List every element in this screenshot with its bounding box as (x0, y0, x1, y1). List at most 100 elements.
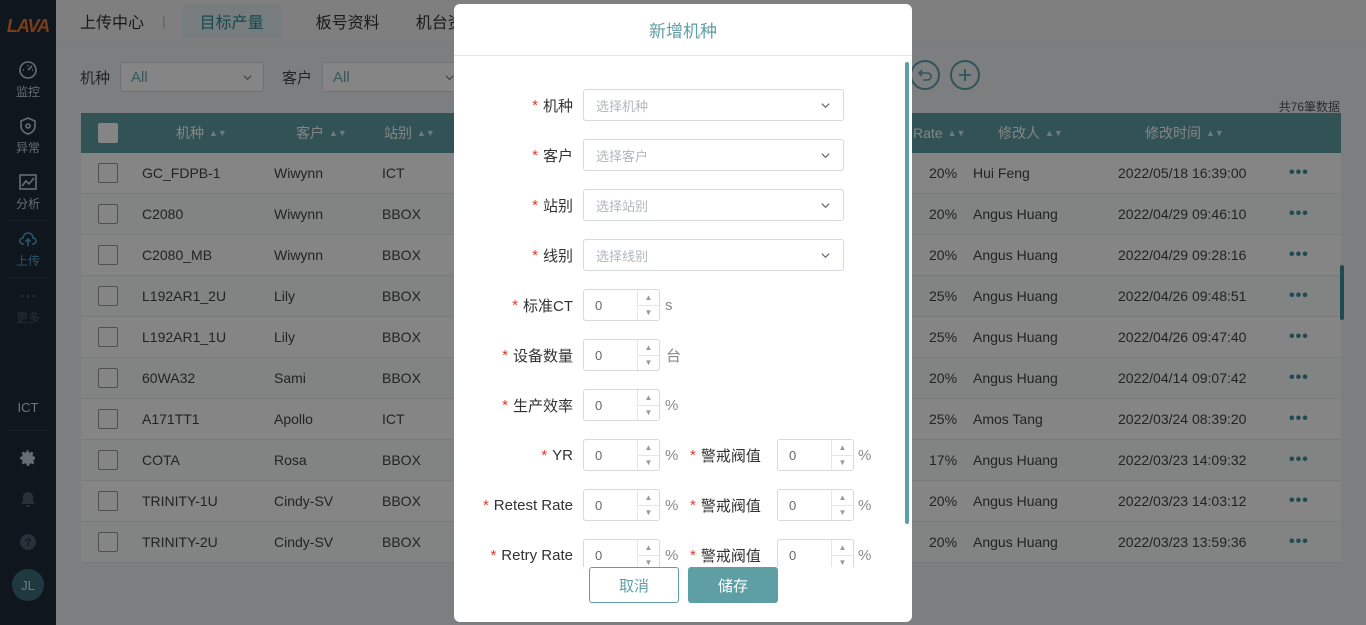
model-placeholder: 选择机种 (596, 98, 649, 114)
retest-warn-label: 警戒阀值 (700, 497, 761, 515)
increment-arrow-icon[interactable]: ▲ (832, 540, 853, 556)
line-placeholder: 选择线别 (596, 248, 649, 264)
station-label: 站别 (542, 197, 573, 215)
form-row-equipment-qty: * 设备数量 0 ▲ ▼ 台 (454, 338, 912, 372)
required-mark: * (690, 496, 696, 514)
increment-arrow-icon[interactable]: ▲ (832, 490, 853, 506)
ct-label: 标准CT (523, 297, 573, 315)
retest-value: 0 (595, 497, 603, 513)
yr-warn-stepper[interactable]: 0 ▲ ▼ (777, 439, 854, 471)
station-placeholder: 选择站别 (596, 198, 649, 214)
form-row-line: * 线别 选择线别 (454, 238, 912, 272)
chevron-down-icon (821, 252, 830, 258)
qty-unit: 台 (666, 347, 682, 365)
yr-label: YR (552, 446, 573, 464)
retry-label: Retry Rate (501, 546, 573, 564)
form-row-model: * 机种 选择机种 (454, 88, 912, 122)
dialog-title: 新增机种 (454, 4, 912, 56)
retest-warn-value: 0 (789, 497, 797, 513)
yr-warn-unit: % (858, 446, 872, 464)
efficiency-value: 0 (595, 397, 603, 413)
retest-unit: % (665, 496, 679, 514)
model-select[interactable]: 选择机种 (583, 89, 844, 121)
required-mark: * (532, 246, 538, 264)
form-row-customer: * 客户 选择客户 (454, 138, 912, 172)
increment-arrow-icon[interactable]: ▲ (638, 290, 659, 306)
qty-stepper[interactable]: 0 ▲ ▼ (583, 339, 660, 371)
retest-label: Retest Rate (493, 496, 573, 514)
retry-warn-value: 0 (789, 547, 797, 563)
retest-stepper[interactable]: 0 ▲ ▼ (583, 489, 660, 521)
cancel-button[interactable]: 取消 (589, 567, 679, 603)
retry-unit: % (665, 546, 679, 564)
form-row-retry-rate: * Retry Rate 0 ▲ ▼ % * 警戒阀值 0 ▲ ▼ % (454, 538, 912, 567)
ct-value: 0 (595, 297, 603, 313)
form-row-yr: * YR 0 ▲ ▼ % * 警戒阀值 0 ▲ ▼ % (454, 438, 912, 472)
required-mark: * (502, 346, 508, 364)
chevron-down-icon (821, 102, 830, 108)
dialog-scrollbar[interactable] (905, 62, 909, 524)
dialog-footer: 取消 储存 (454, 567, 912, 607)
qty-label: 设备数量 (512, 347, 573, 365)
required-mark: * (532, 96, 538, 114)
increment-arrow-icon[interactable]: ▲ (832, 440, 853, 456)
ct-stepper[interactable]: 0 ▲ ▼ (583, 289, 660, 321)
line-select[interactable]: 选择线别 (583, 239, 844, 271)
chevron-down-icon (821, 202, 830, 208)
save-button[interactable]: 储存 (688, 567, 778, 603)
increment-arrow-icon[interactable]: ▲ (638, 340, 659, 356)
decrement-arrow-icon[interactable]: ▼ (638, 456, 659, 471)
retest-warn-unit: % (858, 496, 872, 514)
required-mark: * (690, 546, 696, 564)
required-mark: * (482, 496, 489, 514)
form-row-retest-rate: * Retest Rate 0 ▲ ▼ % * 警戒阀值 0 ▲ ▼ % (454, 488, 912, 522)
add-model-dialog: 新增机种 * 机种 选择机种 * 客户 选择客户 * 站别 选择站别 * 线别 选择线别… (454, 4, 912, 622)
required-mark: * (690, 446, 696, 464)
retry-value: 0 (595, 547, 603, 563)
decrement-arrow-icon[interactable]: ▼ (638, 356, 659, 371)
decrement-arrow-icon[interactable]: ▼ (832, 456, 853, 471)
increment-arrow-icon[interactable]: ▲ (638, 490, 659, 506)
line-label: 线别 (542, 247, 573, 265)
required-mark: * (502, 396, 508, 414)
retry-warn-stepper[interactable]: 0 ▲ ▼ (777, 539, 854, 567)
required-mark: * (490, 546, 497, 564)
required-mark: * (532, 196, 538, 214)
efficiency-label: 生产效率 (512, 397, 573, 415)
retry-warn-unit: % (858, 546, 872, 564)
decrement-arrow-icon[interactable]: ▼ (638, 406, 659, 421)
required-mark: * (541, 446, 548, 464)
increment-arrow-icon[interactable]: ▲ (638, 440, 659, 456)
increment-arrow-icon[interactable]: ▲ (638, 540, 659, 556)
form-row-standard-ct: * 标准CT 0 ▲ ▼ s (454, 288, 912, 322)
efficiency-stepper[interactable]: 0 ▲ ▼ (583, 389, 660, 421)
form-row-efficiency: * 生产效率 0 ▲ ▼ % (454, 388, 912, 422)
customer-select[interactable]: 选择客户 (583, 139, 844, 171)
required-mark: * (512, 296, 518, 314)
decrement-arrow-icon[interactable]: ▼ (832, 506, 853, 521)
customer-placeholder: 选择客户 (596, 148, 649, 164)
yr-stepper[interactable]: 0 ▲ ▼ (583, 439, 660, 471)
customer-label: 客户 (542, 147, 573, 165)
chevron-down-icon (821, 152, 830, 158)
required-mark: * (532, 146, 538, 164)
decrement-arrow-icon[interactable]: ▼ (832, 556, 853, 567)
station-select[interactable]: 选择站别 (583, 189, 844, 221)
decrement-arrow-icon[interactable]: ▼ (638, 506, 659, 521)
decrement-arrow-icon[interactable]: ▼ (638, 556, 659, 567)
yr-value: 0 (595, 447, 603, 463)
decrement-arrow-icon[interactable]: ▼ (638, 306, 659, 321)
model-label: 机种 (542, 97, 573, 115)
yr-warn-value: 0 (789, 447, 797, 463)
retest-warn-stepper[interactable]: 0 ▲ ▼ (777, 489, 854, 521)
form-row-station: * 站别 选择站别 (454, 188, 912, 222)
yr-unit: % (665, 446, 679, 464)
efficiency-unit: % (665, 396, 679, 414)
qty-value: 0 (595, 347, 603, 363)
ct-unit: s (665, 296, 673, 314)
retry-stepper[interactable]: 0 ▲ ▼ (583, 539, 660, 567)
yr-warn-label: 警戒阀值 (700, 447, 761, 465)
increment-arrow-icon[interactable]: ▲ (638, 390, 659, 406)
dialog-body: * 机种 选择机种 * 客户 选择客户 * 站别 选择站别 * 线别 选择线别 * 标准C… (454, 57, 912, 567)
retry-warn-label: 警戒阀值 (700, 547, 761, 565)
